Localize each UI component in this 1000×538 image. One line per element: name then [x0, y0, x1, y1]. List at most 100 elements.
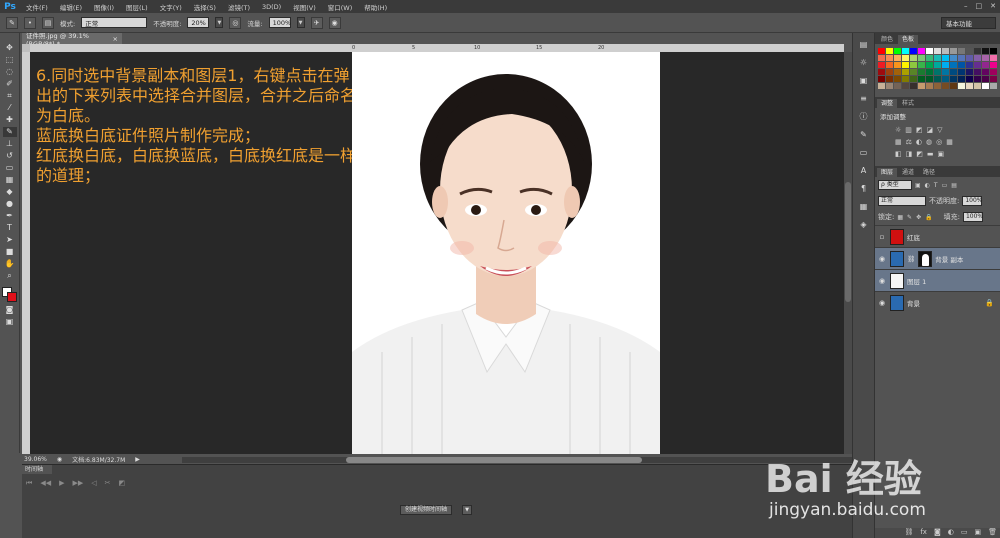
color-swatch[interactable] — [926, 62, 933, 68]
audio-icon[interactable]: ◁ — [91, 479, 96, 488]
color-swatch[interactable] — [902, 69, 909, 75]
tab-color[interactable]: 颜色 — [877, 35, 897, 44]
color-swatch[interactable] — [950, 69, 957, 75]
actions-icon[interactable]: ☼ — [857, 57, 871, 69]
color-swatch[interactable] — [958, 76, 965, 82]
color-swatch[interactable] — [974, 69, 981, 75]
navigator-icon[interactable]: ▣ — [857, 75, 871, 87]
color-swatch[interactable] — [950, 83, 957, 89]
color-swatch[interactable] — [966, 55, 973, 61]
color-swatch[interactable] — [934, 69, 941, 75]
color-swatch[interactable] — [966, 76, 973, 82]
color-swatch[interactable] — [910, 48, 917, 54]
black-white-icon[interactable]: ◐ — [916, 138, 922, 146]
new-adjustment-icon[interactable]: ◐ — [948, 528, 954, 538]
new-group-icon[interactable]: ▭ — [961, 528, 968, 538]
color-swatch[interactable] — [982, 69, 989, 75]
color-swatch[interactable] — [974, 62, 981, 68]
zoom-level[interactable]: 39.06% — [24, 456, 47, 463]
trash-icon[interactable]: 🗑 — [988, 528, 997, 538]
hue-icon[interactable]: ▦ — [895, 138, 902, 146]
maximize-icon[interactable]: □ — [976, 2, 983, 10]
dodge-tool-icon[interactable]: ● — [3, 199, 17, 209]
threshold-icon[interactable]: ◩ — [916, 150, 923, 158]
color-swatch[interactable] — [910, 62, 917, 68]
add-mask-icon[interactable]: ◙ — [934, 528, 941, 538]
smart-filter-icon[interactable]: ▤ — [951, 182, 957, 189]
gradient-tool-icon[interactable]: ▦ — [3, 175, 17, 185]
layer-row[interactable]: ▫ 红底 — [875, 225, 1000, 247]
color-swatch[interactable] — [958, 69, 965, 75]
fx-icon[interactable]: fx — [920, 528, 927, 538]
crop-tool-icon[interactable]: ⌗ — [3, 91, 17, 101]
layer-comps-icon[interactable]: ▦ — [857, 201, 871, 213]
layer-row[interactable]: ◉ 图层 1 — [875, 269, 1000, 291]
color-swatch[interactable] — [910, 76, 917, 82]
vibrance-icon[interactable]: ▽ — [937, 126, 942, 134]
brightness-icon[interactable]: ☼ — [895, 126, 901, 134]
shape-tool-icon[interactable]: ■ — [3, 247, 17, 257]
color-swatch[interactable] — [974, 83, 981, 89]
gradient-map-icon[interactable]: ▬ — [927, 150, 934, 158]
color-swatch[interactable] — [958, 62, 965, 68]
color-swatch[interactable] — [886, 76, 893, 82]
layer-mask-thumbnail[interactable] — [918, 250, 933, 267]
color-swatches[interactable] — [1, 287, 18, 303]
color-swatch[interactable] — [886, 69, 893, 75]
layer-kind-select[interactable]: ρ 类型 — [878, 180, 912, 190]
color-swatch[interactable] — [894, 55, 901, 61]
layer-opacity-input[interactable]: 100% — [962, 196, 983, 206]
color-swatch[interactable] — [966, 48, 973, 54]
menu-filter[interactable]: 滤镜(T) — [222, 2, 256, 12]
color-swatch[interactable] — [878, 83, 885, 89]
clone-source-icon[interactable]: ▭ — [857, 147, 871, 159]
flow-input[interactable]: 100% — [268, 17, 291, 28]
posterize-icon[interactable]: ◨ — [906, 150, 913, 158]
3d-icon[interactable]: ◈ — [857, 219, 871, 231]
color-swatch[interactable] — [894, 83, 901, 89]
horizontal-scroll-thumb[interactable] — [346, 457, 642, 463]
brush-settings-icon[interactable]: ✎ — [857, 129, 871, 141]
color-swatch[interactable] — [990, 76, 997, 82]
menu-help[interactable]: 帮助(H) — [358, 2, 393, 12]
color-swatch[interactable] — [894, 62, 901, 68]
healing-brush-tool-icon[interactable]: ✚ — [3, 115, 17, 125]
menu-file[interactable]: 文件(F) — [20, 2, 54, 12]
type-tool-icon[interactable]: T — [3, 223, 17, 233]
channel-mixer-icon[interactable]: ◎ — [936, 138, 942, 146]
menu-layer[interactable]: 图层(L) — [120, 2, 154, 12]
brush-size-icon[interactable]: • — [24, 16, 36, 29]
lock-move-icon[interactable]: ✥ — [916, 214, 921, 221]
color-swatch[interactable] — [942, 62, 949, 68]
play-icon[interactable]: ▶ — [135, 456, 140, 463]
color-swatch[interactable] — [878, 48, 885, 54]
color-swatch[interactable] — [934, 83, 941, 89]
color-swatch[interactable] — [990, 48, 997, 54]
color-swatch[interactable] — [942, 76, 949, 82]
color-swatch[interactable] — [902, 62, 909, 68]
pressure-size-icon[interactable]: ◉ — [328, 16, 341, 29]
swatch-grid[interactable] — [875, 44, 1000, 93]
color-swatch[interactable] — [942, 83, 949, 89]
close-icon[interactable]: ✕ — [990, 2, 996, 10]
color-swatch[interactable] — [942, 48, 949, 54]
color-swatch[interactable] — [918, 83, 925, 89]
shape-filter-icon[interactable]: ▭ — [942, 182, 948, 189]
background-color[interactable] — [6, 292, 17, 302]
menu-image[interactable]: 图像(I) — [88, 2, 120, 12]
eye-icon[interactable]: ◉ — [877, 299, 887, 307]
color-swatch[interactable] — [990, 69, 997, 75]
eye-hidden-icon[interactable]: ▫ — [877, 233, 887, 241]
tab-layers[interactable]: 图层 — [877, 168, 898, 177]
properties-icon[interactable]: ≡ — [857, 93, 871, 105]
color-swatch[interactable] — [886, 62, 893, 68]
hand-tool-icon[interactable]: ✋ — [3, 259, 17, 269]
menu-select[interactable]: 选择(S) — [188, 2, 222, 12]
document-tab[interactable]: 证件照.jpg @ 39.1%(RGB/8*) * × — [22, 32, 122, 48]
eye-icon[interactable]: ◉ — [877, 255, 887, 263]
color-swatch[interactable] — [886, 48, 893, 54]
color-swatch[interactable] — [950, 55, 957, 61]
color-swatch[interactable] — [958, 83, 965, 89]
color-swatch[interactable] — [926, 69, 933, 75]
new-layer-icon[interactable]: ▣ — [974, 528, 981, 538]
